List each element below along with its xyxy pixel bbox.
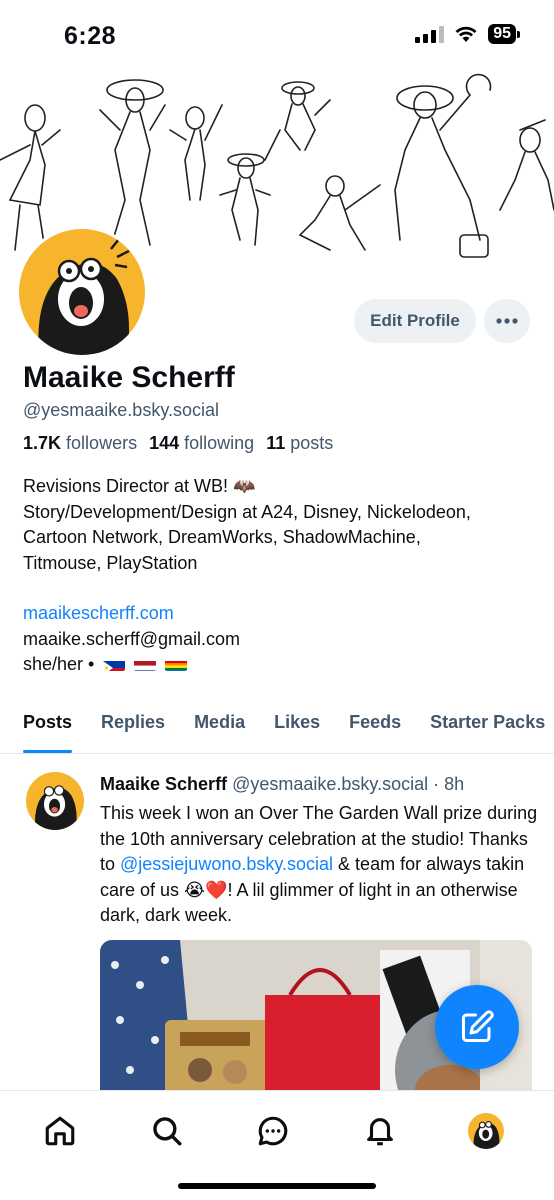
avatar-illustration [38,238,130,355]
tab-replies[interactable]: Replies [101,704,165,753]
nav-home[interactable] [40,1111,80,1151]
nav-chat[interactable] [253,1111,293,1151]
bio-line: Story/Development/Design at A24, Disney,… [23,501,471,522]
avatar-illustration [34,785,77,830]
bio-line: Revisions Director at WB! 🦇 [23,476,256,496]
tab-posts[interactable]: Posts [23,704,73,753]
nav-profile[interactable] [466,1111,506,1151]
profile-avatar[interactable] [16,226,148,358]
post-author-avatar[interactable] [26,772,84,830]
profile-avatar-nav [468,1113,504,1149]
more-options-button[interactable] [484,299,530,343]
tab-starter-packs[interactable]: Starter Packs [430,704,545,753]
post-header: Maaike Scherff @yesmaaike.bsky.social · … [100,774,464,795]
post-separator: · [433,774,440,794]
post-author-name[interactable]: Maaike Scherff [100,774,227,794]
profile-handle: @yesmaaike.bsky.social [23,400,220,420]
post-time[interactable]: 8h [444,774,464,794]
bell-icon [367,1118,393,1146]
rainbow-flag-icon [165,657,188,671]
compose-icon [462,1010,494,1042]
chat-icon [258,1116,288,1146]
tab-likes[interactable]: Likes [274,704,320,753]
compose-post-button[interactable] [435,985,519,1069]
nav-notifications[interactable] [360,1111,400,1151]
edit-profile-button[interactable]: Edit Profile [354,299,476,343]
post-text: This week I won an Over The Garden Wall … [100,803,538,925]
home-icon [45,1116,75,1146]
cellular-signal-icon [415,25,445,43]
pronouns-line: she/her • [23,652,543,678]
post-author-handle[interactable]: @yesmaaike.bsky.social [232,774,428,794]
bio-line: Cartoon Network, DreamWorks, ShadowMachi… [23,527,421,547]
profile-display-name: Maaike Scherff [23,361,235,394]
email-text: maaike.scherff@gmail.com [23,628,241,649]
followers-stat[interactable]: 1.7K followers [23,433,137,454]
home-indicator[interactable] [178,1183,376,1189]
tab-feeds[interactable]: Feeds [349,704,401,753]
search-icon [153,1117,182,1146]
profile-bio: Revisions Director at WB! 🦇 Story/Develo… [23,474,543,678]
tab-media[interactable]: Media [194,704,245,753]
status-bar: 6:28 95 [0,0,554,76]
profile-stats: 1.7K followers 144 following 11 posts [23,433,333,454]
philippines-flag-icon [103,657,126,671]
bottom-navigation [0,1090,554,1200]
avatar-illustration [473,1121,500,1149]
ellipsis-icon [496,318,518,324]
bio-line: Titmouse, PlayStation [23,552,198,573]
mention-link[interactable]: @jessiejuwono.bsky.social [120,854,333,874]
profile-tabs: Posts Replies Media Likes Feeds Starter … [0,704,554,754]
wifi-icon [455,26,477,42]
following-stat[interactable]: 144 following [149,433,254,454]
website-link[interactable]: maaikescherff.com [23,601,543,627]
status-time: 6:28 [64,22,117,50]
battery-indicator: 95 [488,24,520,44]
status-icons: 95 [415,24,520,44]
netherlands-flag-icon [134,657,157,671]
nav-search[interactable] [147,1111,187,1151]
posts-stat: 11 posts [266,433,334,453]
